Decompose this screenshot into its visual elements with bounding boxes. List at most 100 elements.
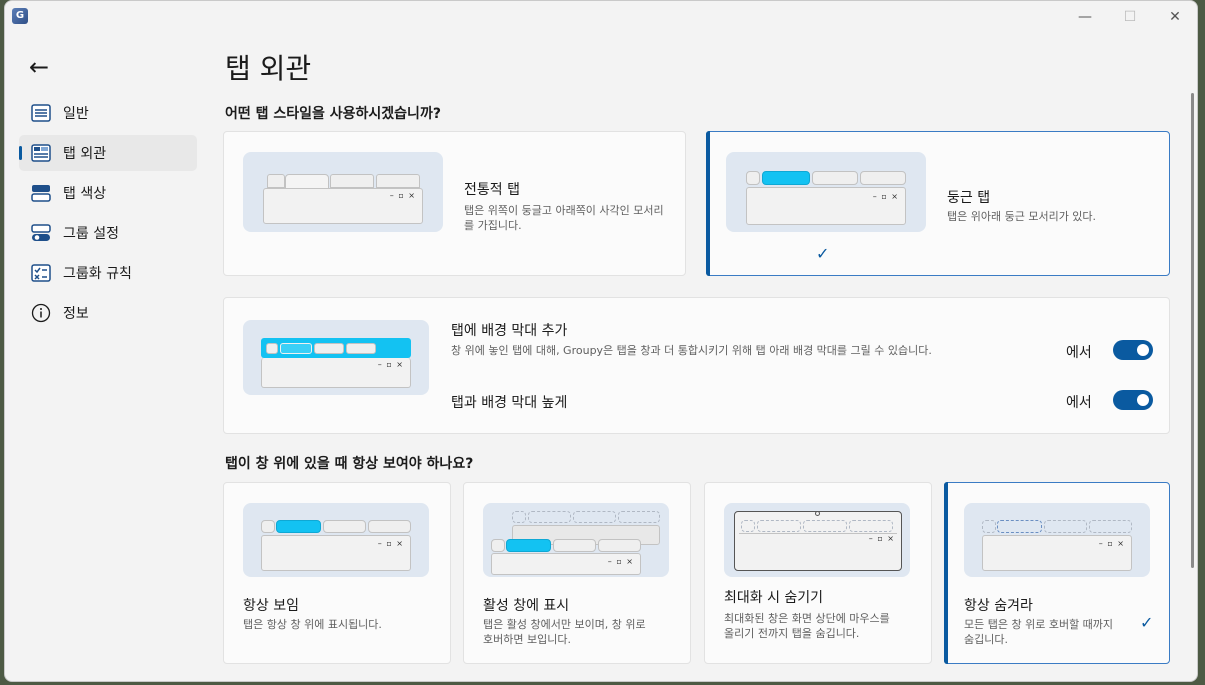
selection-indicator	[944, 482, 948, 664]
rounded-tab-preview: – ▫ ×	[726, 152, 926, 232]
preview-monitor: – ▫ ×	[734, 511, 902, 571]
checkmark-icon: ✓	[1140, 613, 1154, 632]
preview-window: – ▫ ×	[263, 188, 423, 224]
preview-tab	[746, 171, 760, 185]
background-bar-card: – ▫ × 탭에 배경 막대 추가 창 위에 놓인 탭에 대해, Groupy은…	[223, 297, 1170, 434]
preview-tab	[266, 343, 278, 354]
preview-tab-active	[276, 520, 321, 533]
preview-tab	[346, 343, 376, 354]
vertical-scrollbar[interactable]	[1191, 93, 1194, 568]
general-icon	[31, 104, 51, 122]
preview-tab	[860, 171, 906, 185]
preview-window-controls: – ▫ ×	[872, 192, 899, 201]
page-title: 탭 외관	[225, 52, 312, 85]
sidebar-item-tab-appearance[interactable]: 탭 외관	[19, 135, 197, 171]
traditional-tab-option[interactable]: – ▫ × 전통적 탭 탭은 위쪽이 둥글고 아래쪽이 사각인 모서리를 가집니…	[223, 131, 686, 276]
preview-tab-hidden	[512, 511, 526, 523]
sidebar-item-label: 정보	[63, 306, 89, 322]
option-title: 전통적 탭	[464, 182, 520, 198]
preview-tab-active	[280, 343, 312, 354]
sidebar-item-info[interactable]: 정보	[19, 295, 197, 331]
preview-window-controls: – ▫ ×	[868, 534, 895, 543]
always-visible-preview: – ▫ ×	[243, 503, 429, 577]
traditional-tab-preview: – ▫ ×	[243, 152, 443, 232]
sidebar-item-label: 그룹 설정	[63, 226, 119, 242]
sidebar-item-group-settings[interactable]: 그룹 설정	[19, 215, 197, 251]
grouping-rules-icon	[31, 264, 51, 282]
tab-appearance-icon	[31, 144, 51, 162]
preview-tab-hidden	[741, 520, 755, 532]
group-settings-icon	[31, 224, 51, 242]
hide-when-maximized-preview: – ▫ ×	[724, 503, 910, 577]
preview-window-controls: – ▫ ×	[377, 539, 404, 548]
background-bar-preview: – ▫ ×	[243, 320, 429, 395]
preview-tab-active	[762, 171, 810, 185]
sidebar-item-general[interactable]: 일반	[19, 95, 197, 131]
checkmark-icon: ✓	[816, 244, 830, 263]
visibility-question: 탭이 창 위에 있을 때 항상 보여야 하나요?	[225, 456, 474, 472]
show-on-active-option[interactable]: – ▫ × 활성 창에 표시 탭은 활성 창에서만 보이며, 창 위로 호버하면…	[463, 482, 691, 664]
option-title: 항상 숨겨라	[964, 598, 1033, 614]
preview-window-controls: – ▫ ×	[607, 557, 634, 566]
sidebar-item-label: 탭 외관	[63, 146, 107, 162]
back-arrow-icon[interactable]: ←	[29, 53, 57, 81]
tall-bar-toggle-label: 에서	[1066, 395, 1092, 411]
preview-window: – ▫ ×	[261, 358, 411, 388]
background-bar-description: 창 위에 놓인 탭에 대해, Groupy은 탭을 창과 더 통합시키기 위해 …	[451, 344, 932, 357]
option-description: 탭은 위쪽이 둥글고 아래쪽이 사각인 모서리를 가집니다.	[464, 204, 664, 232]
app-window: G — ☐ ✕ ← 일반 탭 외관 탭 색상 그룹 설정 그룹화 규칙 정보 탭…	[4, 0, 1198, 682]
preview-tab	[812, 171, 858, 185]
preview-tab-hidden	[618, 511, 660, 523]
always-visible-option[interactable]: – ▫ × 항상 보임 탭은 항상 창 위에 표시됩니다.	[223, 482, 451, 664]
background-bar-toggle[interactable]	[1113, 340, 1153, 360]
tall-bar-toggle[interactable]	[1113, 390, 1153, 410]
preview-tab	[598, 539, 641, 552]
preview-tab	[330, 174, 374, 188]
tall-bar-title: 탭과 배경 막대 높게	[451, 395, 568, 411]
preview-tab-active	[506, 539, 551, 552]
preview-tab	[376, 174, 420, 188]
option-title: 둥근 탭	[947, 190, 991, 206]
preview-tab-hidden	[528, 511, 571, 523]
preview-tab	[267, 174, 285, 188]
preview-tab-hidden	[849, 520, 893, 532]
preview-window: – ▫ ×	[746, 187, 906, 225]
preview-tab-hidden	[757, 520, 801, 532]
preview-tab-hidden	[982, 520, 996, 533]
option-description: 최대화된 창은 화면 상단에 마우스를 올리기 전까지 탭을 숨깁니다.	[724, 612, 890, 640]
always-hidden-preview: – ▫ ×	[964, 503, 1150, 577]
preview-tab-hidden	[573, 511, 616, 523]
sidebar-nav: 일반 탭 외관 탭 색상 그룹 설정 그룹화 규칙 정보	[19, 95, 197, 335]
preview-tab	[323, 520, 366, 533]
hide-when-maximized-option[interactable]: – ▫ × 최대화 시 숨기기 최대화된 창은 화면 상단에 마우스를 올리기 …	[704, 482, 932, 664]
sidebar-item-tab-color[interactable]: 탭 색상	[19, 175, 197, 211]
preview-window: – ▫ ×	[491, 553, 641, 575]
show-on-active-preview: – ▫ ×	[483, 503, 669, 577]
preview-window-controls: – ▫ ×	[389, 191, 416, 200]
preview-divider	[739, 533, 897, 534]
always-hidden-option[interactable]: – ▫ × 항상 숨겨라 모든 탭은 창 위로 호버할 때까지 숨깁니다. ✓	[944, 482, 1170, 664]
option-title: 최대화 시 숨기기	[724, 590, 824, 606]
option-description: 탭은 위아래 둥근 모서리가 있다.	[947, 210, 1097, 223]
preview-window: – ▫ ×	[261, 535, 411, 571]
preview-window: – ▫ ×	[982, 535, 1132, 571]
preview-tab	[491, 539, 505, 552]
preview-window-controls: – ▫ ×	[1098, 539, 1125, 548]
option-title: 활성 창에 표시	[483, 598, 570, 614]
sidebar-item-label: 그룹화 규칙	[63, 266, 132, 282]
option-description: 탭은 활성 창에서만 보이며, 창 위로 호버하면 보입니다.	[483, 618, 646, 646]
option-description: 모든 탭은 창 위로 호버할 때까지 숨깁니다.	[964, 618, 1114, 646]
info-icon	[31, 303, 51, 323]
preview-tab	[368, 520, 411, 533]
sidebar-item-grouping-rules[interactable]: 그룹화 규칙	[19, 255, 197, 291]
preview-tab	[261, 520, 275, 533]
preview-tab	[314, 343, 344, 354]
tab-color-icon	[31, 184, 51, 202]
sidebar-item-label: 탭 색상	[63, 186, 107, 202]
rounded-tab-option[interactable]: – ▫ × 둥근 탭 탭은 위아래 둥근 모서리가 있다. ✓	[706, 131, 1170, 276]
preview-tab-hidden	[997, 520, 1042, 533]
option-title: 항상 보임	[243, 598, 299, 614]
preview-tab-hidden	[803, 520, 847, 532]
main-content: 탭 외관 어떤 탭 스타일을 사용하시겠습니까? – ▫ × 전통적 탭 탭은 …	[223, 1, 1183, 681]
preview-tab-hidden	[1089, 520, 1132, 533]
